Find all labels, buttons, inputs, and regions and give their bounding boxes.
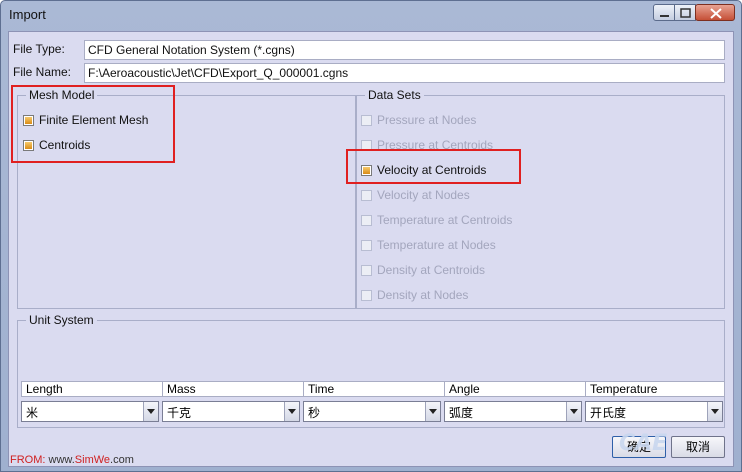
source-text-c: .com: [110, 454, 134, 466]
source-caption: FROM: www.SimWe.com: [10, 454, 134, 466]
import-dialog: Import File Type: CFD General Notation S…: [0, 0, 742, 472]
chevron-down-icon[interactable]: [143, 402, 158, 421]
minimize-button[interactable]: [653, 4, 675, 21]
temperature-value: 开氏度: [590, 406, 627, 420]
file-name-field[interactable]: F:\Aeroacoustic\Jet\CFD\Export_Q_000001.…: [84, 63, 725, 83]
chevron-down-icon[interactable]: [566, 402, 581, 421]
close-icon: [710, 8, 722, 19]
unit-header-length: Length: [21, 381, 163, 397]
time-value: 秒: [308, 406, 321, 420]
data-sets-title: Data Sets: [365, 88, 424, 102]
checkbox[interactable]: [361, 189, 372, 201]
angle-value: 弧度: [449, 406, 474, 420]
file-name-label: File Name:: [13, 65, 72, 79]
watermark-logo: CAE: [619, 431, 668, 456]
highlight-box-velocity: [346, 149, 521, 184]
checkbox[interactable]: [361, 264, 372, 276]
time-select[interactable]: 秒: [303, 401, 441, 422]
close-button[interactable]: [695, 4, 735, 21]
angle-select[interactable]: 弧度: [444, 401, 582, 422]
source-text-a: www.: [45, 454, 75, 466]
unit-header-mass: Mass: [162, 381, 304, 397]
checkbox-label: Density at Nodes: [377, 288, 469, 302]
file-type-label: File Type:: [13, 42, 65, 56]
chevron-down-icon[interactable]: [425, 402, 440, 421]
checkbox-label: Temperature at Nodes: [377, 238, 496, 252]
checkbox[interactable]: [361, 239, 372, 251]
checkbox-label: Velocity at Nodes: [377, 188, 470, 202]
source-text-b: SimWe: [74, 454, 111, 466]
length-value: 米: [26, 406, 39, 420]
data-set-velocity-nodes[interactable]: Velocity at Nodes: [361, 186, 470, 204]
temperature-select[interactable]: 开氏度: [585, 401, 723, 422]
checkbox[interactable]: [361, 289, 372, 301]
unit-header-temperature: Temperature: [585, 381, 725, 397]
checkbox[interactable]: [361, 114, 372, 126]
data-set-pressure-nodes[interactable]: Pressure at Nodes: [361, 111, 476, 129]
chevron-down-icon[interactable]: [284, 402, 299, 421]
mass-value: 千克: [167, 406, 192, 420]
window-title: Import: [9, 7, 46, 22]
data-sets-group: Data Sets Pressure at Nodes Pressure at …: [356, 88, 725, 309]
maximize-button[interactable]: [674, 4, 696, 21]
checkbox-label: Density at Centroids: [377, 263, 486, 277]
source-prefix: FROM:: [10, 454, 46, 466]
data-set-temperature-centroids[interactable]: Temperature at Centroids: [361, 211, 512, 229]
title-bar[interactable]: Import: [1, 1, 741, 31]
data-set-density-nodes[interactable]: Density at Nodes: [361, 286, 468, 304]
highlight-box-mesh-model: [11, 85, 175, 163]
mass-select[interactable]: 千克: [162, 401, 300, 422]
unit-header-angle: Angle: [444, 381, 586, 397]
minimize-icon: [660, 15, 669, 17]
cancel-button[interactable]: 取消: [671, 436, 725, 458]
checkbox-label: Temperature at Centroids: [377, 213, 513, 227]
dialog-body: File Type: CFD General Notation System (…: [8, 31, 734, 467]
data-set-density-centroids[interactable]: Density at Centroids: [361, 261, 485, 279]
checkbox-label: Pressure at Nodes: [377, 113, 477, 127]
chevron-down-icon[interactable]: [707, 402, 722, 421]
checkbox[interactable]: [361, 214, 372, 226]
unit-header-time: Time: [303, 381, 445, 397]
file-type-field: CFD General Notation System (*.cgns): [84, 40, 725, 60]
unit-system-title: Unit System: [26, 313, 97, 327]
length-select[interactable]: 米: [21, 401, 159, 422]
data-set-temperature-nodes[interactable]: Temperature at Nodes: [361, 236, 496, 254]
maximize-icon: [680, 8, 691, 18]
